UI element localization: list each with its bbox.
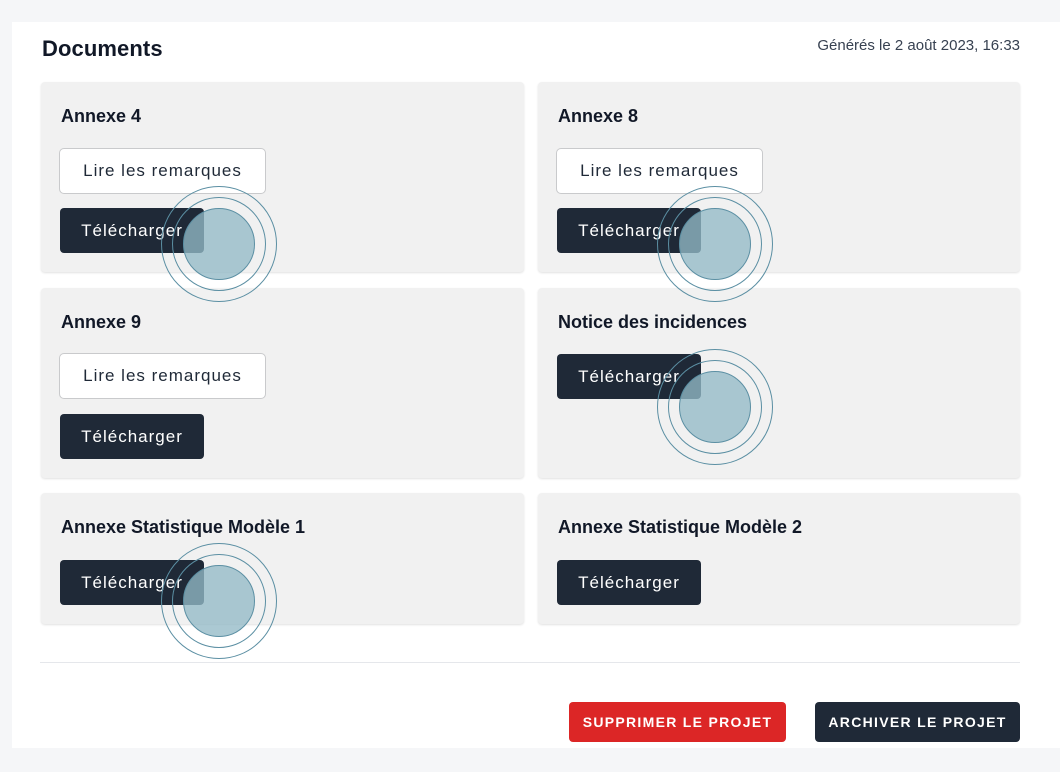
- card-title: Annexe 9: [61, 312, 142, 332]
- card-title: Annexe Statistique Modèle 2: [558, 517, 803, 537]
- archive-project-button[interactable]: ARCHIVER LE PROJET: [815, 702, 1020, 742]
- download-button[interactable]: Télécharger: [557, 560, 701, 605]
- download-button[interactable]: Télécharger: [60, 414, 204, 459]
- card-title: Annexe 4: [61, 106, 142, 126]
- read-remarks-button[interactable]: Lire les remarques: [556, 148, 763, 194]
- document-card-notice-des-incidences: Notice des incidences Télécharger: [538, 288, 1020, 478]
- download-button[interactable]: Télécharger: [60, 560, 204, 605]
- document-card-annexe-statistique-1: Annexe Statistique Modèle 1 Télécharger: [41, 493, 524, 624]
- card-title: Annexe 8: [558, 106, 639, 126]
- download-button[interactable]: Télécharger: [557, 208, 701, 253]
- download-button[interactable]: Télécharger: [557, 354, 701, 399]
- document-card-annexe-statistique-2: Annexe Statistique Modèle 2 Télécharger: [538, 493, 1020, 624]
- footer-divider: [40, 662, 1020, 663]
- card-title: Notice des incidences: [558, 312, 748, 332]
- document-card-annexe-4: Annexe 4 Lire les remarques Télécharger: [41, 82, 524, 272]
- document-card-annexe-8: Annexe 8 Lire les remarques Télécharger: [538, 82, 1020, 272]
- card-title: Annexe Statistique Modèle 1: [61, 517, 306, 537]
- download-button[interactable]: Télécharger: [60, 208, 204, 253]
- delete-project-button[interactable]: SUPPRIMER LE PROJET: [569, 702, 786, 742]
- read-remarks-button[interactable]: Lire les remarques: [59, 148, 266, 194]
- read-remarks-button[interactable]: Lire les remarques: [59, 353, 266, 399]
- page-title: Documents: [42, 36, 163, 61]
- generated-timestamp: Générés le 2 août 2023, 16:33: [817, 37, 1020, 54]
- document-card-annexe-9: Annexe 9 Lire les remarques Télécharger: [41, 288, 524, 478]
